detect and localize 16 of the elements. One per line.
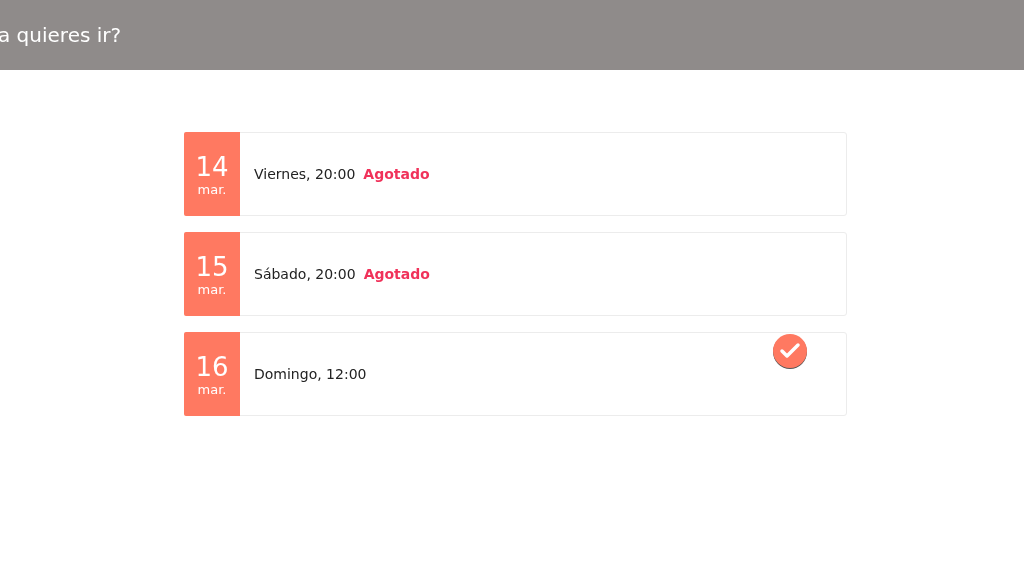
session-time: Viernes, 20:00 [254,166,356,182]
day-number: 16 [195,351,229,382]
day-number: 15 [195,251,229,282]
session-time: Domingo, 12:00 [254,366,367,382]
session-card[interactable]: 16 mar. Domingo, 12:00 [184,332,847,416]
status-label: Agotado [363,166,430,182]
status-label: Agotado [363,266,430,282]
session-time: Sábado, 20:00 [254,266,356,282]
month-label: mar. [197,281,227,297]
check-icon [772,333,808,369]
session-card[interactable]: 15 mar. Sábado, 20:00 Agotado [184,232,847,316]
session-card[interactable]: 14 mar. Viernes, 20:00 Agotado [184,132,847,216]
page-title: a quieres ir? [0,23,122,47]
month-label: mar. [197,181,227,197]
month-label: mar. [197,381,227,397]
day-number: 14 [195,151,229,182]
